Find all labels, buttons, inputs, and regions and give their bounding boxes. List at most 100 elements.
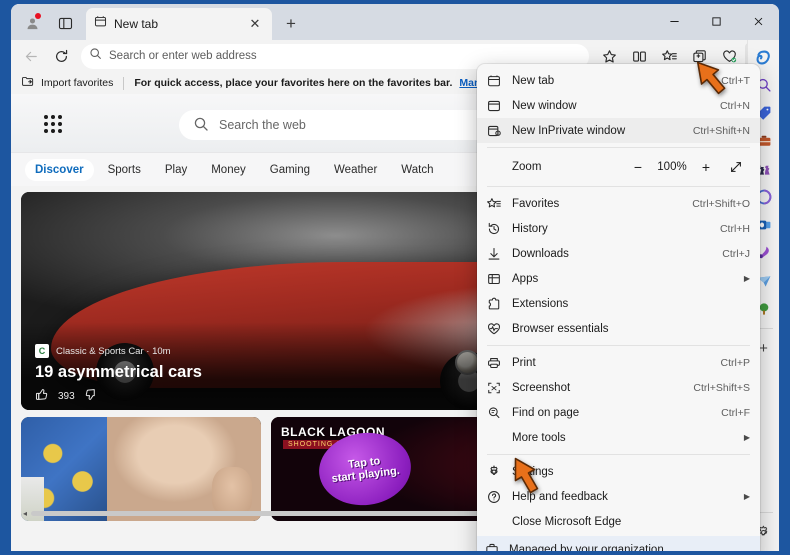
new-window-icon	[485, 99, 502, 113]
nav-item-sports[interactable]: Sports	[98, 159, 151, 181]
favorites-hint: For quick access, place your favorites h…	[134, 77, 453, 89]
profile-icon[interactable]	[19, 11, 45, 35]
import-favorites-label[interactable]: Import favorites	[41, 77, 113, 89]
menu-item-screenshot[interactable]: Screenshot Ctrl+Shift+S	[477, 375, 760, 400]
menu-shortcut: Ctrl+N	[719, 99, 750, 112]
menu-label: Downloads	[512, 247, 569, 260]
menu-shortcut: Ctrl+P	[720, 356, 750, 369]
menu-label: More tools	[512, 431, 566, 444]
maximize-button[interactable]	[695, 4, 737, 38]
divider	[487, 186, 750, 187]
menu-label: Extensions	[512, 297, 569, 310]
divider	[487, 454, 750, 455]
search-icon	[89, 47, 102, 65]
help-icon	[485, 490, 502, 504]
divider	[487, 345, 750, 346]
menu-item-print[interactable]: Print Ctrl+P	[477, 350, 760, 375]
menu-label: Apps	[512, 272, 539, 285]
zoom-in-button[interactable]: +	[694, 156, 718, 178]
zoom-value: 100%	[657, 161, 687, 173]
menu-footer-label: Managed by your organization	[509, 544, 664, 551]
profile-notification-dot	[35, 13, 41, 19]
menu-item-apps[interactable]: Apps ▶	[477, 266, 760, 291]
hero-actions: 393	[35, 388, 98, 404]
portrait-image	[107, 417, 261, 521]
new-tab-favicon	[94, 15, 107, 33]
news-card-politics[interactable]	[21, 417, 261, 521]
nav-item-discover[interactable]: Discover	[25, 158, 94, 181]
hero-title: 19 asymmetrical cars	[35, 363, 202, 381]
thumbs-up-icon[interactable]	[35, 388, 48, 404]
menu-zoom-row: Zoom − 100% +	[477, 152, 760, 182]
menu-label: Screenshot	[512, 381, 571, 394]
menu-item-find-on-page[interactable]: Find on page Ctrl+F	[477, 400, 760, 425]
new-tab-button[interactable]: +	[279, 13, 303, 35]
menu-item-more-tools[interactable]: More tools ▶	[477, 425, 760, 450]
browser-tab[interactable]: New tab ✕	[86, 8, 272, 40]
minimize-button[interactable]	[653, 4, 695, 38]
menu-shortcut: Ctrl+T	[721, 74, 750, 87]
nav-item-money[interactable]: Money	[201, 159, 256, 181]
menu-label: Close Microsoft Edge	[512, 515, 622, 528]
menu-shortcut: Ctrl+Shift+N	[692, 124, 750, 137]
menu-shortcut: Ctrl+Shift+O	[692, 197, 750, 210]
menu-item-new-window[interactable]: New window Ctrl+N	[477, 93, 760, 118]
briefcase-icon	[485, 542, 499, 551]
menu-shortcut: Ctrl+J	[722, 247, 750, 260]
menu-label: New tab	[512, 74, 555, 87]
menu-item-extensions[interactable]: Extensions	[477, 291, 760, 316]
menu-shortcut: Ctrl+F	[721, 406, 750, 419]
menu-footer-managed-by-organization[interactable]: Managed by your organization	[477, 536, 760, 551]
zoom-out-button[interactable]: −	[626, 156, 650, 178]
menu-item-close-microsoft-edge[interactable]: Close Microsoft Edge	[477, 509, 760, 534]
back-icon[interactable]	[17, 43, 45, 69]
gear-icon	[485, 464, 502, 479]
nav-item-gaming[interactable]: Gaming	[260, 159, 320, 181]
nav-item-watch[interactable]: Watch	[391, 159, 443, 181]
chevron-right-icon: ▶	[743, 492, 750, 501]
menu-label: Settings	[512, 465, 554, 478]
menu-item-new-inprivate-window[interactable]: New InPrivate window Ctrl+Shift+N	[477, 118, 760, 143]
address-bar-input[interactable]: Search or enter web address	[109, 50, 581, 62]
window-controls	[653, 4, 779, 38]
settings-and-more-menu: New tab Ctrl+T New window Ctrl+N New InP…	[477, 64, 760, 551]
menu-item-help-and-feedback[interactable]: Help and feedback ▶	[477, 484, 760, 509]
menu-label: History	[512, 222, 548, 235]
close-icon[interactable]: ✕	[246, 15, 264, 33]
web-search-input[interactable]: Search the web	[219, 118, 306, 132]
menu-item-new-tab[interactable]: New tab Ctrl+T	[477, 68, 760, 93]
zoom-label: Zoom	[512, 161, 542, 173]
downloads-icon	[485, 247, 502, 261]
refresh-icon[interactable]	[47, 43, 75, 69]
find-icon	[485, 406, 502, 420]
menu-label: Help and feedback	[512, 490, 608, 503]
nav-item-weather[interactable]: Weather	[324, 159, 387, 181]
menu-label: Find on page	[512, 406, 580, 419]
chevron-right-icon: ▶	[743, 433, 750, 442]
scroll-left-icon[interactable]: ◂	[23, 509, 27, 518]
menu-item-downloads[interactable]: Downloads Ctrl+J	[477, 241, 760, 266]
menu-label: Print	[512, 356, 536, 369]
menu-label: Browser essentials	[512, 322, 609, 335]
inprivate-icon	[485, 124, 502, 138]
apps-icon	[485, 272, 502, 286]
ad-cta-line2: start playing.	[331, 464, 401, 486]
printer-icon	[485, 356, 502, 370]
menu-item-settings[interactable]: Settings	[477, 459, 760, 484]
close-button[interactable]	[737, 4, 779, 38]
tab-search-icon[interactable]	[52, 11, 78, 35]
menu-label: Favorites	[512, 197, 560, 210]
history-icon	[485, 222, 502, 236]
nav-item-play[interactable]: Play	[155, 159, 197, 181]
menu-item-history[interactable]: History Ctrl+H	[477, 216, 760, 241]
fullscreen-icon[interactable]	[724, 156, 748, 178]
apps-grid-icon[interactable]	[42, 113, 64, 135]
thumbs-down-icon[interactable]	[85, 388, 98, 404]
import-favorites-icon	[21, 75, 34, 91]
edge-browser-window: New tab ✕ + Search or enter web address …	[11, 4, 779, 551]
menu-item-browser-essentials[interactable]: Browser essentials	[477, 316, 760, 341]
tab-strip: New tab ✕ +	[11, 4, 779, 40]
menu-label: New InPrivate window	[512, 124, 626, 137]
divider	[123, 76, 125, 90]
menu-item-favorites[interactable]: Favorites Ctrl+Shift+O	[477, 191, 760, 216]
